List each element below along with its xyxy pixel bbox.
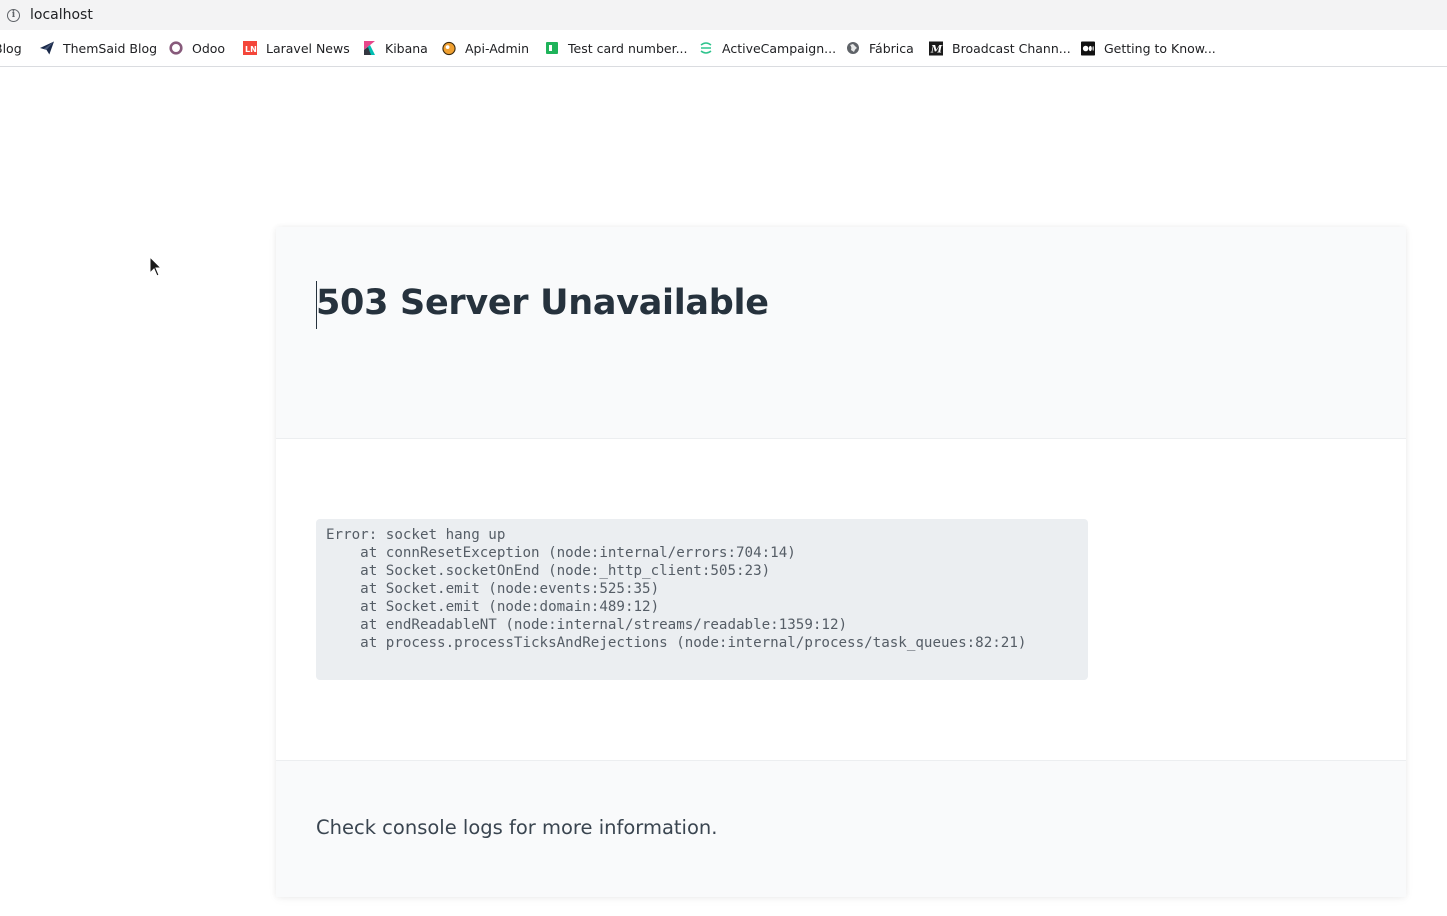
page-title: 503 Server Unavailable xyxy=(316,283,769,323)
bookmark-label: Blog xyxy=(0,40,22,56)
url-text[interactable]: localhost xyxy=(30,7,93,23)
footer-message: Check console logs for more information. xyxy=(316,816,718,839)
site-info-icon[interactable]: i xyxy=(7,8,20,22)
m-logo-icon: M xyxy=(929,41,943,55)
bookmark-label: Test card number... xyxy=(568,40,688,56)
bookmark-test-card-number[interactable]: Test card number... xyxy=(545,30,688,66)
address-bar[interactable]: i localhost xyxy=(0,0,1447,30)
bookmark-label: Kibana xyxy=(385,40,428,56)
bookmark-label: Getting to Know... xyxy=(1104,40,1216,56)
bookmark-broadcast-channel[interactable]: M Broadcast Chann... xyxy=(929,30,1071,66)
bookmark-api-admin[interactable]: Api-Admin xyxy=(442,30,529,66)
error-card: 503 Server Unavailable Error: socket han… xyxy=(276,227,1406,897)
bookmark-label: Api-Admin xyxy=(465,40,530,56)
bookmark-label: Odoo xyxy=(192,40,226,56)
green-square-icon xyxy=(545,41,559,55)
globe-icon xyxy=(846,41,860,55)
bookmarks-bar: Blog ThemSaid Blog Odoo LN Laravel News … xyxy=(0,30,1447,67)
bookmark-getting-to-know[interactable]: Getting to Know... xyxy=(1081,30,1216,66)
error-footer: Check console logs for more information. xyxy=(276,760,1406,897)
bookmark-label: ActiveCampaign... xyxy=(722,40,837,56)
api-admin-icon xyxy=(442,41,456,55)
bookmark-label: Broadcast Chann... xyxy=(952,40,1071,56)
bookmark-fabrica[interactable]: Fábrica xyxy=(846,30,914,66)
bookmark-odoo[interactable]: Odoo xyxy=(169,30,225,66)
stack-trace: Error: socket hang up at connResetExcept… xyxy=(316,519,1088,680)
odoo-ring-icon xyxy=(169,41,183,55)
bookmark-themsaid-blog[interactable]: ThemSaid Blog xyxy=(40,30,157,66)
laravel-news-icon: LN xyxy=(243,41,257,55)
error-header: 503 Server Unavailable xyxy=(276,227,1406,439)
paper-plane-icon xyxy=(40,41,54,55)
kibana-icon xyxy=(362,41,376,55)
svg-text:LN: LN xyxy=(245,45,257,54)
svg-text:M: M xyxy=(930,43,943,55)
error-body: Error: socket hang up at connResetExcept… xyxy=(276,439,1406,761)
mouse-cursor-icon xyxy=(149,255,163,282)
bookmark-blog[interactable]: Blog xyxy=(0,30,22,66)
bookmark-label: Laravel News xyxy=(266,40,350,56)
bookmark-activecampaign[interactable]: ActiveCampaign... xyxy=(699,30,836,66)
medium-logo-icon xyxy=(1081,41,1095,55)
activecampaign-icon xyxy=(699,41,713,55)
bookmark-kibana[interactable]: Kibana xyxy=(362,30,428,66)
bookmark-label: Fábrica xyxy=(869,40,914,56)
bookmark-laravel-news[interactable]: LN Laravel News xyxy=(243,30,350,66)
bookmark-label: ThemSaid Blog xyxy=(63,40,158,56)
